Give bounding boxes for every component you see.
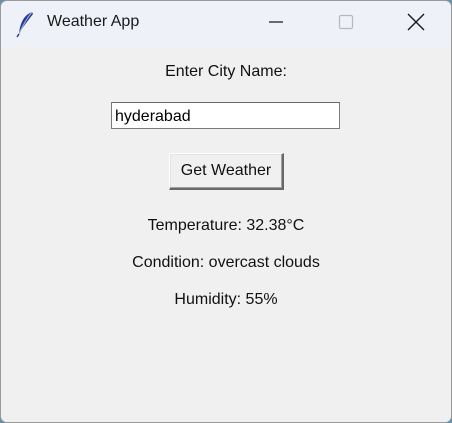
minimize-icon	[268, 14, 284, 34]
temperature-label: Temperature: 32.38°C	[147, 217, 305, 234]
app-window: Weather App Enter City Name: hyderabad G…	[0, 0, 452, 423]
close-icon	[407, 13, 425, 35]
main-content: Enter City Name: Get Weather Temperature…	[1, 47, 451, 422]
window-title: Weather App	[47, 13, 140, 30]
get-weather-button[interactable]: Get Weather	[169, 153, 284, 190]
maximize-icon	[338, 14, 354, 34]
city-name-label: Enter City Name:	[165, 63, 287, 80]
minimize-button[interactable]	[253, 1, 299, 47]
close-button[interactable]	[393, 1, 439, 47]
humidity-label: Humidity: 55%	[174, 291, 278, 308]
title-bar[interactable]: Weather App	[1, 1, 451, 47]
maximize-button[interactable]	[323, 1, 369, 47]
condition-label: Condition: overcast clouds	[132, 254, 320, 271]
feather-icon	[15, 10, 37, 38]
city-name-input[interactable]	[111, 102, 340, 129]
